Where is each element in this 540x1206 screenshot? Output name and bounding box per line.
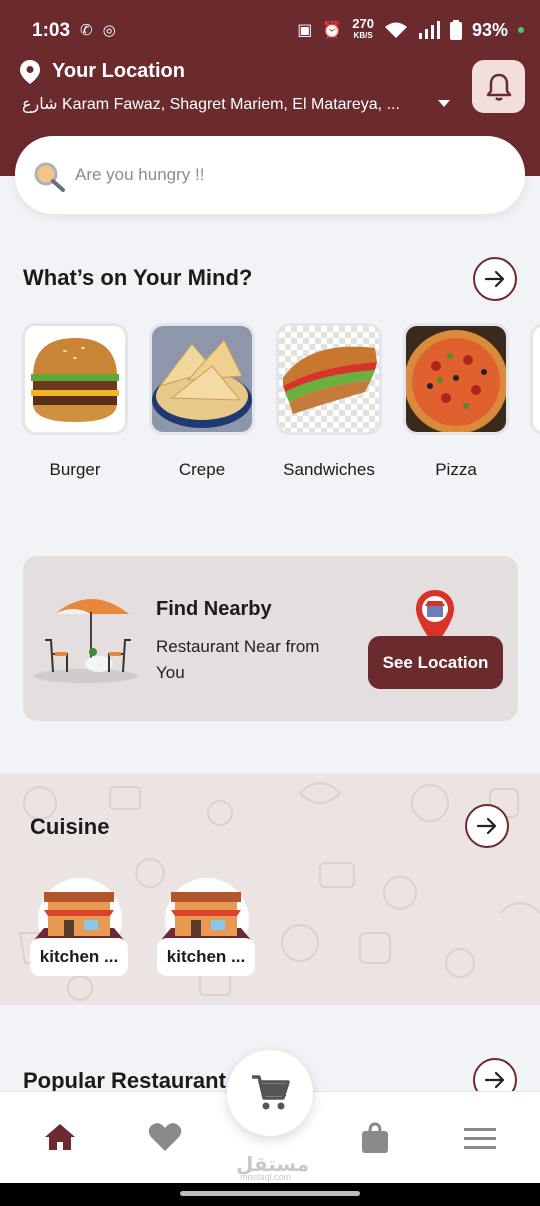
location-address[interactable]: شارع Karam Fawaz, Shagret Mariem, El Mat… — [22, 94, 400, 114]
cuisine-section: Cuisine kitchen ... kitchen ... — [0, 773, 540, 1005]
battery-icon — [449, 20, 462, 40]
nfc-icon: ▣ — [297, 22, 313, 39]
cart-icon — [252, 1075, 290, 1110]
search-bar[interactable] — [15, 136, 525, 214]
messenger-icon: ◎ — [102, 22, 116, 39]
category-pizza-card[interactable] — [403, 323, 509, 435]
sandwich-image — [279, 326, 379, 432]
crepe-image — [152, 326, 252, 432]
status-time: 1:03 — [32, 20, 71, 41]
arrow-right-icon — [484, 1071, 505, 1089]
category-burger-label: Burger — [49, 460, 101, 479]
phone-icon: ✆ — [80, 22, 93, 39]
cuisine-see-all-button[interactable] — [465, 804, 509, 848]
cuisine-item-card[interactable]: kitchen ... — [157, 878, 255, 976]
kitchen-store-image — [34, 892, 124, 940]
search-icon — [34, 162, 65, 192]
category-crepe-card[interactable] — [149, 323, 255, 435]
find-nearby-title: Find Nearby — [156, 598, 272, 620]
system-navigation-bar — [0, 1183, 540, 1206]
wifi-icon — [384, 22, 407, 38]
category-burger-card[interactable] — [22, 323, 128, 435]
menu-icon[interactable] — [464, 1128, 496, 1150]
location-pin-icon — [20, 60, 40, 84]
pizza-image — [406, 326, 506, 432]
cart-button[interactable] — [227, 1050, 313, 1136]
cuisine-title: Cuisine — [30, 814, 110, 839]
restaurant-table-illustration — [34, 599, 138, 683]
status-bar: 1:03 ✆ ◎ ▣ ⏰ 270 KB/S 93% — [0, 0, 540, 60]
category-crepe-label: Crepe — [178, 460, 226, 479]
find-nearby-subtitle: Restaurant Near from You — [156, 637, 320, 682]
mind-see-all-button[interactable] — [473, 257, 517, 301]
alarm-icon: ⏰ — [322, 22, 343, 39]
cuisine-item-card[interactable]: kitchen ... — [30, 878, 128, 976]
cuisine-item-label: kitchen ... — [30, 938, 128, 976]
category-sandwiches-card[interactable] — [276, 323, 382, 435]
home-icon[interactable] — [44, 1122, 76, 1152]
mind-section-title: What’s on Your Mind? — [23, 265, 253, 290]
notifications-button[interactable] — [472, 60, 525, 113]
search-input[interactable] — [75, 158, 495, 192]
arrow-right-icon — [476, 817, 497, 835]
see-location-button[interactable]: See Location — [368, 636, 503, 689]
signal-icon — [418, 21, 440, 39]
battery-level: 93% — [471, 19, 508, 40]
kitchen-store-image — [161, 892, 251, 940]
category-next-card[interactable] — [530, 323, 540, 435]
category-sandwiches-label: Sandwiches — [283, 460, 375, 479]
watermark-url: mostaql.com — [240, 1172, 292, 1182]
burger-image — [25, 326, 125, 432]
privacy-dot — [518, 27, 524, 33]
location-title: Your Location — [52, 60, 185, 82]
home-gesture-pill[interactable] — [180, 1191, 360, 1196]
heart-icon[interactable] — [148, 1122, 182, 1152]
bell-icon — [486, 73, 511, 101]
bag-icon[interactable] — [361, 1122, 389, 1154]
find-nearby-card: Find Nearby Restaurant Near from You See… — [23, 556, 518, 721]
category-pizza-label: Pizza — [435, 460, 477, 479]
cuisine-item-label: kitchen ... — [157, 938, 255, 976]
arrow-right-icon — [484, 270, 505, 288]
chevron-down-icon[interactable] — [438, 100, 450, 107]
network-speed: 270 KB/S — [352, 16, 374, 40]
